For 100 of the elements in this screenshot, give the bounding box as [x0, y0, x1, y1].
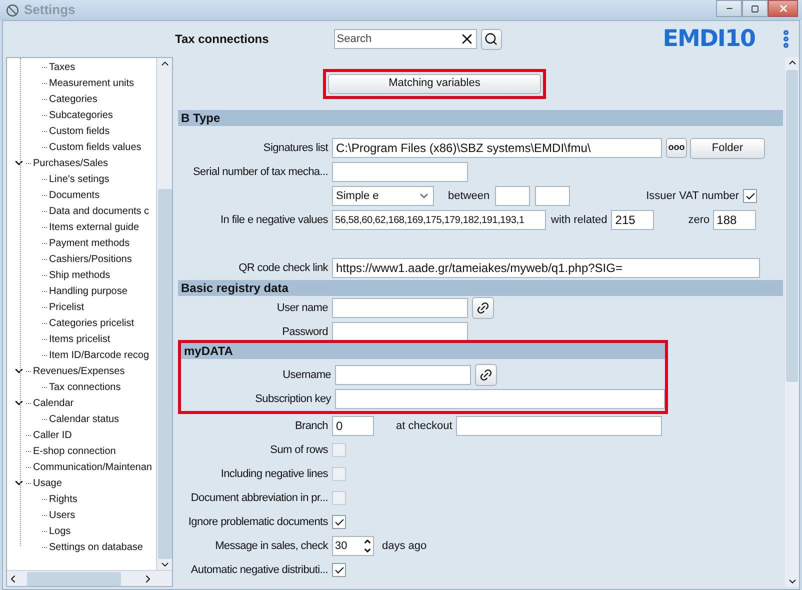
search-field[interactable]: Search: [334, 29, 477, 49]
tree-item[interactable]: Caller ID: [33, 428, 72, 442]
input-field[interactable]: C:\Program Files (x86)\SBZ systems\EMDI\fmu\: [332, 138, 662, 158]
type-dropdown[interactable]: Simple e: [332, 186, 434, 206]
field-label: Password: [282, 324, 328, 340]
field-label: Including negative lines: [220, 466, 328, 482]
field-label: Ignore problematic documents: [188, 514, 328, 530]
input-field[interactable]: [534, 186, 570, 206]
tree-item[interactable]: Revenues/Expenses: [33, 364, 125, 378]
tree-item[interactable]: Documents: [49, 188, 100, 202]
app-icon: [6, 4, 19, 16]
tree-item[interactable]: Users: [49, 508, 76, 522]
checkbox[interactable]: [332, 467, 346, 481]
tree-item[interactable]: Logs: [49, 524, 71, 538]
tree-item[interactable]: Measurement units: [49, 76, 134, 90]
browse-button[interactable]: ooo: [666, 138, 687, 158]
input-field[interactable]: [456, 416, 662, 436]
with-related-label: with related: [551, 212, 608, 228]
field-label: Automatic negative distributi...: [190, 562, 328, 578]
matching-variables-button[interactable]: Matching variables: [328, 74, 541, 94]
tree-item[interactable]: Calendar: [33, 396, 74, 410]
field-label: Branch: [294, 418, 328, 434]
close-icon: [778, 3, 788, 14]
tree-item[interactable]: Items pricelist: [49, 332, 110, 346]
close-button[interactable]: [768, 0, 798, 17]
horizontal-scrollbar[interactable]: [7, 570, 172, 586]
between-label: between: [448, 188, 490, 204]
tree-item[interactable]: Tax connections: [49, 380, 121, 394]
tree-item[interactable]: Cashiers/Positions: [49, 252, 132, 266]
maximize-icon: [751, 4, 759, 12]
input-field[interactable]: https://www1.aade.gr/tameiakes/myweb/q1.php?SIG=: [332, 258, 760, 278]
input-field[interactable]: [332, 322, 468, 342]
field-label: QR code check link: [238, 260, 328, 276]
check-icon: [744, 190, 756, 202]
link-button[interactable]: [475, 364, 497, 386]
input-field[interactable]: 0: [332, 416, 374, 436]
search-icon: [484, 32, 498, 46]
field-label: User name: [276, 300, 328, 316]
field-label: Document abbreviation in pr...: [190, 490, 328, 506]
input-field[interactable]: [335, 365, 471, 385]
tree-item[interactable]: Line's setings: [49, 172, 110, 186]
input-field[interactable]: [332, 162, 468, 182]
maximize-button[interactable]: [742, 0, 768, 17]
check-icon: [334, 564, 344, 576]
tree-item[interactable]: Rights: [49, 492, 78, 506]
decrement-icon[interactable]: [363, 546, 372, 555]
checkbox[interactable]: [743, 189, 757, 203]
tree-item[interactable]: E-shop connection: [33, 444, 116, 458]
tree-item[interactable]: Categories pricelist: [49, 316, 134, 330]
input-field[interactable]: [335, 389, 665, 409]
window-title: Settings: [24, 1, 76, 20]
search-button[interactable]: [480, 28, 502, 50]
vertical-scrollbar[interactable]: [156, 58, 172, 570]
tree-item[interactable]: Settings on database: [49, 540, 143, 554]
checkbox[interactable]: [332, 443, 346, 457]
tree-item[interactable]: Items external guide: [49, 220, 140, 234]
field-label: Serial number of tax mecha...: [193, 164, 328, 180]
folder-button[interactable]: Folder: [690, 138, 765, 158]
tree-item[interactable]: Custom fields values: [49, 140, 142, 154]
link-button[interactable]: [472, 297, 494, 319]
field-label: Signatures list: [263, 140, 328, 156]
checkbox[interactable]: [332, 563, 346, 577]
number-spinner[interactable]: 30: [332, 536, 374, 556]
tree-item[interactable]: Categories: [49, 92, 98, 106]
tree-item[interactable]: Custom fields: [49, 124, 110, 138]
tree-item[interactable]: Communication/Maintenan: [33, 460, 152, 474]
field-label: Message in sales, check: [215, 538, 328, 554]
input-field[interactable]: 215: [611, 210, 654, 230]
input-field[interactable]: 56,58,60,62,168,169,175,179,182,191,193,1: [332, 210, 546, 230]
increment-icon[interactable]: [363, 537, 372, 546]
tree-item[interactable]: Ship methods: [49, 268, 110, 282]
input-field[interactable]: 188: [712, 210, 756, 230]
tree-item[interactable]: Payment methods: [49, 236, 130, 250]
input-field[interactable]: [332, 298, 468, 318]
section-header: Basic registry data: [178, 280, 783, 296]
at-checkout-label: at checkout: [396, 418, 452, 434]
tree-item[interactable]: Usage: [33, 476, 62, 490]
vertical-scrollbar[interactable]: [785, 57, 799, 587]
tree-item[interactable]: Data and documents c: [49, 204, 150, 218]
tree-item[interactable]: Pricelist: [49, 300, 84, 314]
input-field[interactable]: [494, 186, 530, 206]
check-icon: [334, 516, 344, 528]
tree-item[interactable]: Item ID/Barcode recog: [49, 348, 150, 362]
suffix-label: days ago: [382, 538, 427, 554]
field-label: Issuer VAT number: [646, 188, 739, 204]
tree-item[interactable]: Subcategories: [49, 108, 113, 122]
checkbox[interactable]: [332, 491, 346, 505]
checkbox[interactable]: [332, 515, 346, 529]
logo: EMDI10: [662, 24, 755, 54]
section-header: B Type: [178, 110, 783, 126]
tree-item[interactable]: Purchases/Sales: [33, 156, 108, 170]
page-title: Tax connections: [175, 31, 269, 48]
tree-item[interactable]: Handling purpose: [49, 284, 128, 298]
section-header: myDATA: [181, 343, 665, 359]
zero-label: zero: [688, 212, 710, 228]
field-label: In file e negative values: [220, 212, 328, 228]
tree-item[interactable]: Taxes: [49, 60, 76, 74]
field-label: Subscription key: [255, 392, 331, 407]
tree-item[interactable]: Calendar status: [49, 412, 120, 426]
field-label: Sum of rows: [270, 442, 328, 458]
